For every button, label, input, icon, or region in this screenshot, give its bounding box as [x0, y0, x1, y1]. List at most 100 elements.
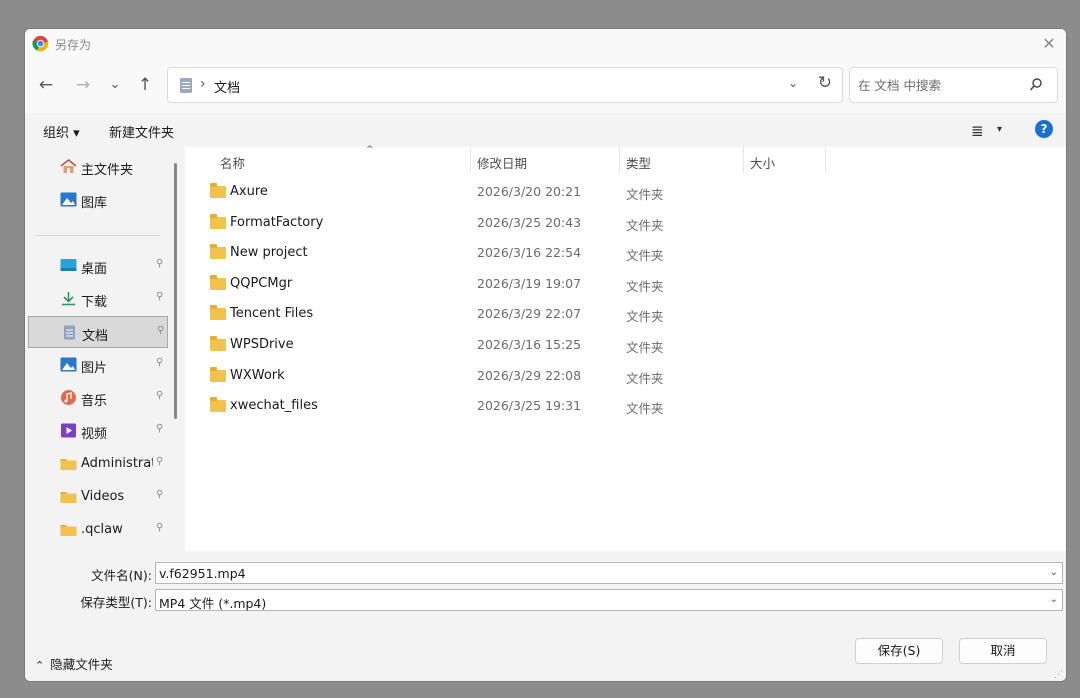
sidebar-item-label: 音乐 [81, 394, 108, 409]
recent-locations-button[interactable]: ⌄ [102, 72, 128, 98]
file-date: 2026/3/16 15:25 [477, 337, 582, 352]
filename-field[interactable]: v.f62951.mp4 ⌄ [155, 562, 1063, 584]
file-date: 2026/3/20 20:21 [477, 184, 582, 199]
sidebar-item[interactable]: 音乐 ⚲ [28, 382, 168, 414]
title-bar: 另存为 ✕ [25, 29, 1066, 59]
file-name[interactable]: New project [230, 245, 308, 260]
filetype-value[interactable]: MP4 文件 (*.mp4) [159, 593, 266, 612]
file-row[interactable]: FormatFactory 2026/3/25 20:43 文件夹 [185, 208, 1066, 238]
column-header-name[interactable]: 名称 ^ [214, 145, 470, 173]
column-date-label: 修改日期 [477, 156, 528, 171]
file-name[interactable]: WPSDrive [230, 337, 294, 352]
file-type: 文件夹 [626, 187, 664, 202]
back-button[interactable]: ← [33, 72, 59, 98]
folder-icon [210, 244, 226, 260]
sidebar-item-label: 图片 [81, 361, 108, 376]
sidebar-item-label: Administrat [81, 456, 153, 471]
folder-icon [210, 366, 226, 382]
address-bar[interactable]: › 文档 ⌄ ↻ [167, 67, 843, 103]
document-icon [61, 325, 78, 340]
folder-icon [60, 522, 77, 537]
folder-icon [210, 305, 226, 321]
sidebar-item[interactable]: 视频 ⚲ [28, 415, 168, 447]
view-dropdown-icon[interactable]: ▾ [997, 124, 1002, 135]
sidebar-item[interactable]: 主文件夹 [28, 151, 168, 183]
sidebar-divider [35, 235, 160, 236]
save-as-dialog: 另存为 ✕ ← → ⌄ ↑ › 文档 ⌄ ↻ 组织 ▾ 新建文件夹 ≣ ▾ ? [24, 28, 1067, 682]
cancel-button[interactable]: 取消 [959, 638, 1047, 664]
resize-grip-icon[interactable]: ⋰ [1054, 670, 1063, 680]
folder-icon [210, 213, 226, 229]
column-header-size[interactable]: 大小 [744, 147, 824, 173]
navigation-pane: 主文件夹 图库 桌面 ⚲ 下载 ⚲ 文档 ⚲ 图片 ⚲ 音乐 ⚲ 视频 ⚲ Administrat ⚲ Vide… [25, 147, 185, 551]
file-name[interactable]: Axure [230, 184, 268, 199]
save-button[interactable]: 保存(S) [855, 638, 943, 664]
file-row[interactable]: Axure 2026/3/20 20:21 文件夹 [185, 177, 1066, 207]
breadcrumb-documents[interactable]: 文档 [214, 77, 240, 96]
folder-icon [60, 489, 77, 504]
filename-value[interactable]: v.f62951.mp4 [159, 566, 246, 581]
sidebar-item[interactable]: 图库 [28, 184, 168, 216]
music-icon [60, 390, 77, 405]
hide-folders-toggle[interactable]: ⌃ 隐藏文件夹 [35, 654, 113, 673]
new-folder-button[interactable]: 新建文件夹 [109, 122, 174, 141]
sidebar-item-label: 视频 [81, 427, 108, 442]
folder-icon [210, 336, 226, 351]
filetype-label: 保存类型(T): [80, 595, 152, 610]
sidebar-item[interactable]: 桌面 ⚲ [28, 250, 168, 282]
file-name[interactable]: Tencent Files [230, 306, 313, 321]
sidebar-item-label: 下载 [81, 295, 108, 310]
file-row[interactable]: Tencent Files 2026/3/29 22:07 文件夹 [185, 299, 1066, 329]
chrome-icon [32, 35, 49, 52]
search-input[interactable] [858, 76, 1018, 94]
sidebar-item[interactable]: 文档 ⚲ [28, 316, 168, 348]
sidebar-item[interactable]: 图片 ⚲ [28, 349, 168, 381]
close-button[interactable]: ✕ [1038, 33, 1060, 55]
file-date: 2026/3/16 22:54 [477, 245, 582, 261]
refresh-button[interactable]: ↻ [818, 73, 832, 93]
file-row[interactable]: WXWork 2026/3/29 22:08 文件夹 [185, 361, 1066, 391]
file-row[interactable]: New project 2026/3/16 22:54 文件夹 [185, 238, 1066, 268]
file-row[interactable]: WPSDrive 2026/3/16 15:25 文件夹 [185, 330, 1066, 360]
pin-icon: ⚲ [156, 456, 164, 467]
sidebar-item[interactable]: Videos ⚲ [28, 481, 168, 513]
up-button[interactable]: ↑ [132, 72, 158, 98]
help-icon[interactable]: ? [1035, 120, 1053, 138]
file-type: 文件夹 [626, 309, 664, 325]
sidebar-scrollbar[interactable] [173, 163, 179, 443]
file-row[interactable]: xwechat_files 2026/3/25 19:31 文件夹 [185, 391, 1066, 421]
sidebar-item-label: 桌面 [81, 262, 108, 277]
filetype-select[interactable]: MP4 文件 (*.mp4) ⌄ [155, 589, 1063, 611]
organize-button[interactable]: 组织 ▾ [43, 122, 80, 141]
video-icon [60, 423, 77, 438]
chevron-down-icon[interactable]: ⌄ [1050, 594, 1058, 605]
address-dropdown-button[interactable]: ⌄ [788, 76, 798, 90]
pin-icon: ⚲ [157, 325, 165, 336]
sidebar-item-label: Videos [81, 489, 125, 504]
search-icon[interactable] [1029, 77, 1043, 93]
column-header-date[interactable]: 修改日期 [471, 147, 619, 173]
file-type: 文件夹 [626, 278, 664, 294]
file-name[interactable]: QQPCMgr [230, 276, 292, 291]
pin-icon: ⚲ [156, 357, 164, 368]
view-options-icon[interactable]: ≣ [971, 122, 984, 140]
search-box[interactable] [849, 67, 1058, 103]
file-name[interactable]: WXWork [230, 368, 285, 383]
sidebar-item[interactable]: .qclaw ⚲ [28, 514, 168, 546]
file-name[interactable]: FormatFactory [230, 215, 323, 230]
pin-icon: ⚲ [156, 522, 164, 533]
sort-ascending-icon: ^ [366, 145, 374, 155]
file-name[interactable]: xwechat_files [230, 398, 318, 413]
pin-icon: ⚲ [156, 291, 164, 302]
file-row[interactable]: QQPCMgr 2026/3/19 19:07 文件夹 [185, 269, 1066, 299]
column-header-type[interactable]: 类型 [620, 147, 742, 173]
folder-icon [210, 183, 226, 198]
sidebar-item[interactable]: Administrat ⚲ [28, 448, 168, 480]
sidebar-item[interactable]: 下载 ⚲ [28, 283, 168, 315]
breadcrumb-separator: › [200, 76, 206, 92]
file-date: 2026/3/29 22:07 [477, 306, 582, 322]
pin-icon: ⚲ [156, 489, 164, 500]
forward-button[interactable]: → [70, 72, 96, 98]
chevron-down-icon[interactable]: ⌄ [1050, 567, 1058, 578]
file-type: 文件夹 [626, 370, 664, 386]
